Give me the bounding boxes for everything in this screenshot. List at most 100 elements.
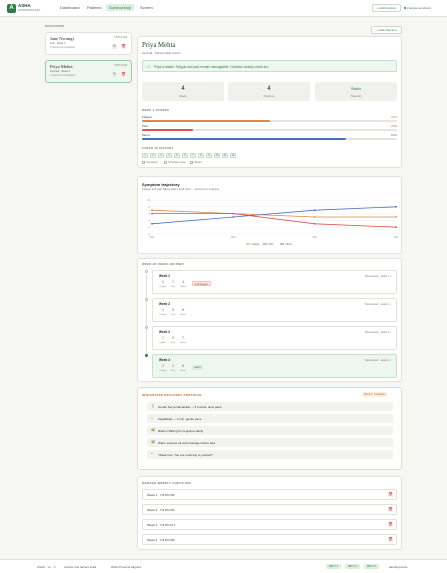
survivor-card[interactable]: Jane Nwangi 7-8 P.D.M4 Lost · Week 1 0 c…: [45, 32, 132, 55]
week-row[interactable]: Week 4 Recovered · week 4 ✓ 5 Fatigue 2 Pain 8…: [152, 354, 397, 378]
legend-completed-swatch: [142, 161, 145, 164]
score-track: [142, 138, 397, 140]
history-chip[interactable]: 10: [214, 153, 220, 158]
nav-survivorship[interactable]: Survivorship: [106, 4, 135, 11]
history-chip[interactable]: 8: [198, 153, 204, 158]
score-value: 8/10: [391, 133, 397, 137]
score-fill: [142, 120, 270, 122]
score-track: [142, 120, 397, 122]
edit-icon[interactable]: ✎: [112, 44, 117, 49]
profile-card: [137, 36, 402, 168]
history-label: CHECK-IN HISTORY: [142, 146, 174, 150]
survivor-checkins: 4 check-ins completed: [50, 74, 75, 77]
add-survivor-button[interactable]: + Add survivor: [372, 4, 401, 12]
nav-patients[interactable]: Patients: [87, 5, 101, 10]
week-mood-score: 4: [182, 280, 184, 284]
score-track: [142, 129, 397, 131]
week-score-label: Fatigue: [159, 342, 167, 344]
survivor-date: 7-8 P.D.M4: [113, 36, 127, 39]
week-name: Week 2: [159, 302, 170, 306]
manage-checkin-row: Week 4 · 7-8 P.D M4 🗑: [142, 534, 397, 545]
survivor-meta: Cervical · Week 4: [50, 70, 70, 73]
history-chip[interactable]: 11: [222, 153, 228, 158]
footer-badge: RBI 7.4: [345, 564, 360, 569]
week-name: Week 1: [159, 274, 170, 278]
history-chip[interactable]: 1: [142, 153, 148, 158]
protocol-text: "Week four. You are returning to yoursel…: [158, 452, 214, 457]
week-fatigue-score: 5: [162, 280, 164, 284]
week-row[interactable]: Week 2 Recovered · week 2 ✓ 5 Fatigue 5 Pain 6…: [152, 298, 397, 322]
week-score-label: Fatigue: [159, 370, 167, 372]
history-chip[interactable]: 7: [190, 153, 196, 158]
trash-icon[interactable]: 🗑: [388, 537, 393, 542]
edit-icon[interactable]: ✎: [112, 72, 117, 77]
data-point-pain: [151, 212, 153, 215]
trash-icon[interactable]: 🗑: [121, 44, 126, 49]
score-row: Mood 8/10: [142, 133, 397, 142]
active-survivors-count: 2 active survivors: [407, 6, 431, 10]
protocol-icon: 🌿: [151, 428, 155, 432]
stat-value: 4: [181, 86, 185, 92]
app-subtitle: AFTERSHOCK INCL: [18, 9, 41, 12]
week-pain-score: 2: [172, 364, 174, 368]
protocol-text: Warm sesame oil self-massage before bed: [158, 440, 215, 445]
week-status: Recovered · week 2 ✓: [365, 303, 392, 306]
legend-missed-swatch: [190, 161, 193, 164]
protocol-text: Brahmi 300mg for cognitive clarity: [158, 428, 204, 433]
score-row: Pain 2/10: [142, 124, 397, 133]
week-fatigue-score: 2: [162, 336, 164, 340]
history-chip[interactable]: 3: [158, 153, 164, 158]
nav-dashboard[interactable]: Dashboard: [60, 5, 80, 10]
nav-screen[interactable]: Screen: [140, 5, 153, 10]
week-badge: Latest: [192, 365, 203, 370]
manage-label: MANAGE WEEKLY CHECK-INS: [142, 481, 191, 485]
stat-label: Weeks: [179, 95, 187, 98]
week-row[interactable]: Week 3 Recovered · week 3 ✓ 2 Fatigue 3 Pain 7…: [152, 326, 397, 350]
legend-missed: Missed: [194, 161, 202, 164]
footer-badge: RBI 7.1: [326, 564, 341, 569]
history-chip[interactable]: 4: [166, 153, 172, 158]
survivor-card-selected[interactable]: Priya Mehta 7-8 P.D.M4 Cervical · Week 4…: [45, 60, 132, 83]
week-status: Recovered · week 4 ✓: [365, 359, 392, 362]
journey-label: WEEK-BY-WEEK JOURNEY: [142, 262, 185, 266]
y-tick-label: 10: [147, 199, 150, 202]
history-chip[interactable]: 2: [150, 153, 156, 158]
chart-title: Symptom trajectory: [142, 182, 180, 187]
protocol-text: Kapalbhati — 2 min, gentle pace: [158, 416, 202, 421]
manage-checkin-row: Week 2 · 7-8 P.D M4 🗑: [142, 504, 397, 515]
week-score-label: Mood: [180, 314, 186, 316]
trash-icon[interactable]: 🗑: [121, 72, 126, 77]
timeline-dot: [145, 298, 148, 301]
data-point-fatigue: [395, 216, 397, 218]
footer-link-risk[interactable]: Cancer risk factors india: [64, 565, 96, 569]
history-chip[interactable]: 9: [206, 153, 212, 158]
week-row[interactable]: Week 1 Recovered · week 1 ✓ 5 Fatigue 7 Pain 4…: [152, 270, 397, 294]
data-point-pain: [232, 212, 235, 215]
footer: ASHA · v1 · © Cancer risk factors india …: [0, 559, 447, 573]
app-logo[interactable]: A: [7, 4, 16, 13]
week-score-label: Mood: [180, 286, 186, 288]
scores-label: WEEK 4 SCORES: [142, 108, 170, 112]
add-checkin-button[interactable]: + Add check-in: [371, 26, 402, 34]
history-chip[interactable]: 12: [230, 153, 236, 158]
manage-checkin-label: Week 3 · 7-8 P.D M 7: [147, 523, 176, 527]
week-score-label: Fatigue: [159, 286, 167, 288]
top-bar: A ASHA AFTERSHOCK INCL Dashboard Patient…: [0, 0, 447, 17]
week-name: Week 4: [159, 358, 170, 362]
stat-checkins: 4 Check-ins: [228, 82, 310, 101]
history-chip[interactable]: 5: [174, 153, 180, 158]
legend-item: Fatigue: [252, 243, 261, 246]
x-tick-label: Wk1: [150, 236, 155, 239]
history-chip[interactable]: 6: [182, 153, 188, 158]
survivors-section-label: SURVIVORS: [45, 24, 65, 28]
trash-icon[interactable]: 🗑: [388, 492, 393, 497]
trash-icon[interactable]: 🗑: [388, 507, 393, 512]
survivor-meta: Lost · Week 1: [50, 42, 66, 45]
score-value: 2/10: [391, 124, 397, 128]
footer-brand: aashaycancer: [389, 565, 408, 569]
trash-icon[interactable]: 🗑: [388, 522, 393, 527]
manage-checkin-row: Week 1 · 7-8 P.D M4 🗑: [142, 489, 397, 500]
protocol-icon: 🌿: [151, 440, 155, 444]
week-score-label: Mood: [180, 370, 186, 372]
x-tick-label: Wk3: [312, 236, 317, 239]
